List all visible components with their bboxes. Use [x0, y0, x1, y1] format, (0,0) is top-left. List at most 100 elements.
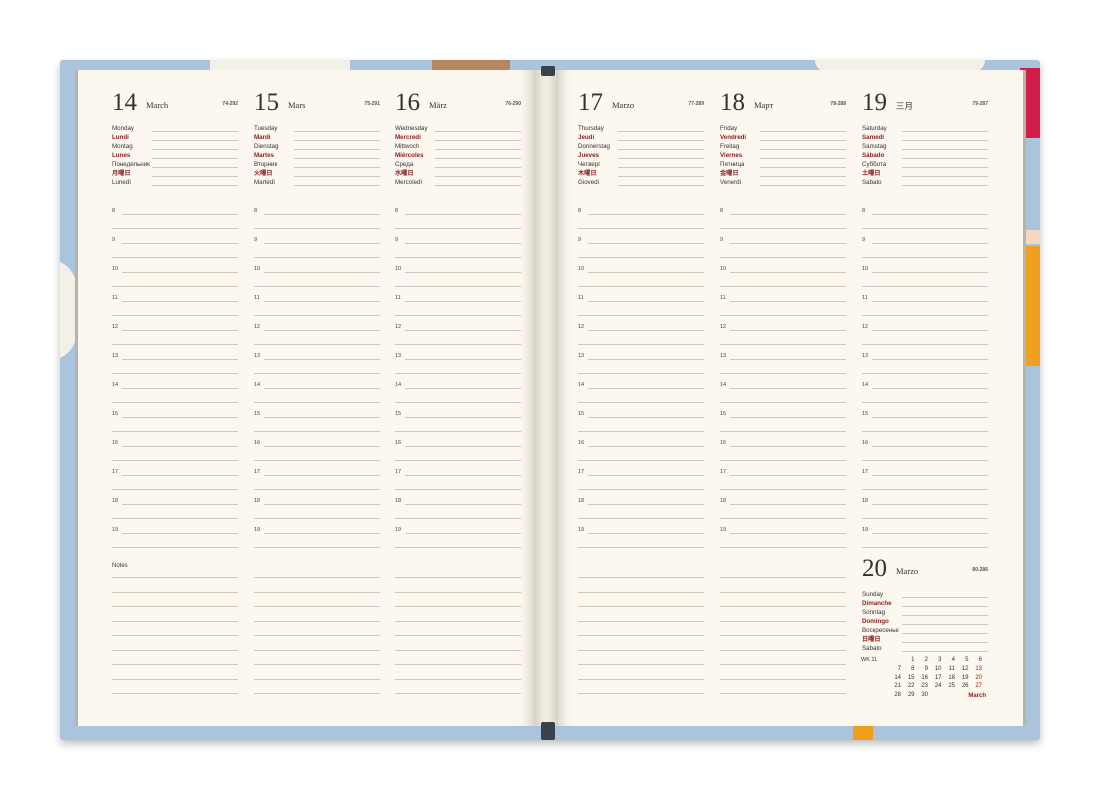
note-line[interactable]	[720, 664, 846, 665]
note-line[interactable]	[395, 693, 521, 694]
hour-slot[interactable]: 11	[720, 295, 846, 324]
hour-slot[interactable]: 8	[578, 208, 704, 237]
note-line[interactable]	[112, 693, 238, 694]
hour-slot[interactable]: 16	[112, 440, 238, 469]
note-line[interactable]	[112, 620, 238, 622]
note-line[interactable]	[395, 620, 521, 622]
note-line[interactable]	[720, 606, 846, 607]
hour-slot[interactable]: 15	[395, 411, 521, 440]
hour-slot[interactable]: 9	[720, 237, 846, 266]
note-line[interactable]	[720, 693, 846, 694]
note-line[interactable]	[720, 635, 846, 636]
hour-slot[interactable]: 17	[112, 469, 238, 498]
hour-slot[interactable]: 19	[862, 527, 988, 556]
note-line[interactable]	[720, 577, 846, 578]
note-line[interactable]	[112, 577, 238, 578]
note-line[interactable]	[395, 606, 521, 607]
note-line[interactable]	[395, 577, 521, 578]
note-line[interactable]	[112, 606, 238, 607]
hour-slot[interactable]: 12	[395, 324, 521, 353]
note-line[interactable]	[720, 620, 846, 622]
hour-slot[interactable]: 12	[112, 324, 238, 353]
hour-slot[interactable]: 11	[578, 295, 704, 324]
hour-slot[interactable]: 17	[578, 469, 704, 498]
hour-slot[interactable]: 17	[862, 469, 988, 498]
note-line[interactable]	[254, 649, 380, 651]
hour-slot[interactable]: 8	[862, 208, 988, 237]
note-line[interactable]	[112, 649, 238, 651]
hour-slot[interactable]: 18	[720, 498, 846, 527]
hour-slot[interactable]: 13	[254, 353, 380, 382]
note-line[interactable]	[112, 591, 238, 593]
hour-slot[interactable]: 14	[395, 382, 521, 411]
hour-slot[interactable]: 15	[112, 411, 238, 440]
hour-slot[interactable]: 10	[578, 266, 704, 295]
hour-slot[interactable]: 15	[720, 411, 846, 440]
note-line[interactable]	[254, 693, 380, 694]
hour-slot[interactable]: 9	[578, 237, 704, 266]
note-line[interactable]	[254, 606, 380, 607]
note-line[interactable]	[578, 620, 704, 622]
hour-slot[interactable]: 8	[254, 208, 380, 237]
hour-slot[interactable]: 19	[720, 527, 846, 556]
note-line[interactable]	[254, 664, 380, 665]
hour-slot[interactable]: 19	[254, 527, 380, 556]
hour-slot[interactable]: 9	[112, 237, 238, 266]
hour-slot[interactable]: 18	[862, 498, 988, 527]
note-line[interactable]	[395, 664, 521, 665]
note-line[interactable]	[578, 577, 704, 578]
note-line[interactable]	[578, 606, 704, 607]
note-line[interactable]	[254, 577, 380, 578]
hour-slot[interactable]: 11	[254, 295, 380, 324]
note-line[interactable]	[254, 620, 380, 622]
hour-slot[interactable]: 15	[862, 411, 988, 440]
note-line[interactable]	[720, 591, 846, 593]
hour-slot[interactable]: 16	[720, 440, 846, 469]
hour-slot[interactable]: 19	[578, 527, 704, 556]
hour-slot[interactable]: 8	[112, 208, 238, 237]
note-line[interactable]	[578, 678, 704, 680]
hour-slot[interactable]: 16	[862, 440, 988, 469]
note-line[interactable]	[112, 678, 238, 680]
hour-slot[interactable]: 12	[862, 324, 988, 353]
hour-slot[interactable]: 9	[254, 237, 380, 266]
hour-slot[interactable]: 18	[254, 498, 380, 527]
hour-slot[interactable]: 16	[578, 440, 704, 469]
hour-slot[interactable]: 14	[112, 382, 238, 411]
note-line[interactable]	[254, 591, 380, 593]
hour-slot[interactable]: 16	[254, 440, 380, 469]
note-line[interactable]	[395, 591, 521, 593]
note-line[interactable]	[395, 649, 521, 651]
hour-slot[interactable]: 18	[578, 498, 704, 527]
hour-slot[interactable]: 12	[720, 324, 846, 353]
note-line[interactable]	[112, 635, 238, 636]
hour-slot[interactable]: 10	[862, 266, 988, 295]
note-line[interactable]	[578, 664, 704, 665]
hour-slot[interactable]: 10	[395, 266, 521, 295]
hour-slot[interactable]: 14	[720, 382, 846, 411]
hour-slot[interactable]: 17	[720, 469, 846, 498]
hour-slot[interactable]: 8	[720, 208, 846, 237]
note-line[interactable]	[720, 649, 846, 651]
note-line[interactable]	[578, 693, 704, 694]
hour-slot[interactable]: 12	[578, 324, 704, 353]
hour-slot[interactable]: 13	[395, 353, 521, 382]
hour-slot[interactable]: 19	[395, 527, 521, 556]
hour-slot[interactable]: 13	[112, 353, 238, 382]
hour-slot[interactable]: 11	[112, 295, 238, 324]
hour-slot[interactable]: 11	[862, 295, 988, 324]
note-line[interactable]	[578, 649, 704, 651]
hour-slot[interactable]: 12	[254, 324, 380, 353]
hour-slot[interactable]: 14	[254, 382, 380, 411]
hour-slot[interactable]: 17	[254, 469, 380, 498]
note-line[interactable]	[254, 678, 380, 680]
hour-slot[interactable]: 18	[395, 498, 521, 527]
hour-slot[interactable]: 18	[112, 498, 238, 527]
hour-slot[interactable]: 19	[112, 527, 238, 556]
hour-slot[interactable]: 17	[395, 469, 521, 498]
hour-slot[interactable]: 16	[395, 440, 521, 469]
note-line[interactable]	[395, 635, 521, 636]
hour-slot[interactable]: 10	[254, 266, 380, 295]
hour-slot[interactable]: 15	[578, 411, 704, 440]
hour-slot[interactable]: 14	[862, 382, 988, 411]
